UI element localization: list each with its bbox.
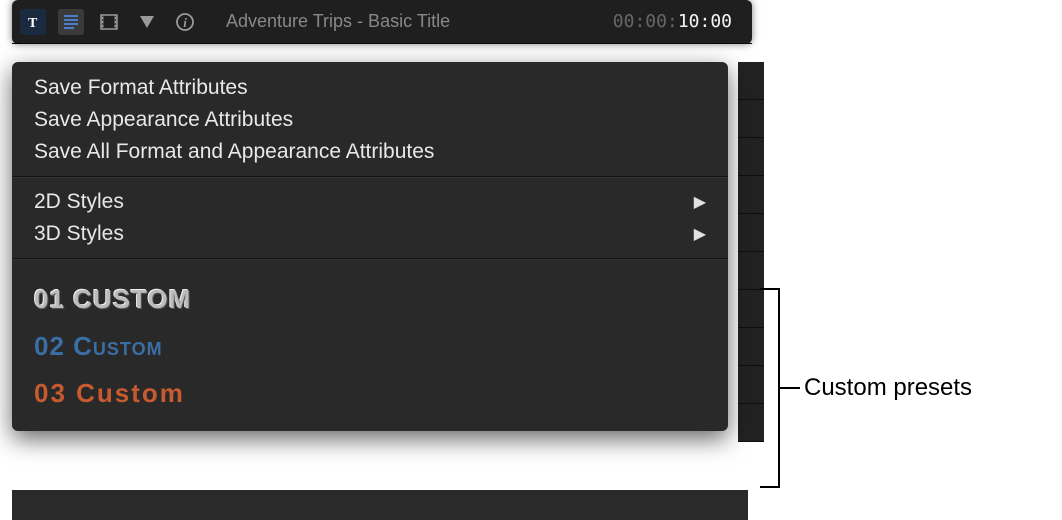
callout-label: Custom presets [804, 374, 972, 402]
panel-row [738, 100, 764, 138]
svg-text:T: T [28, 16, 38, 31]
panel-row [738, 252, 764, 290]
inspector-panel: T [12, 0, 752, 44]
preset-item-03[interactable]: 03 Custom [12, 370, 728, 417]
submenu-arrow-icon: ▶ [694, 224, 706, 244]
callout-custom-presets: Custom presets [760, 288, 972, 488]
svg-text:i: i [183, 15, 187, 30]
wedge-tab-icon[interactable] [134, 9, 160, 35]
menu-item-save-format[interactable]: Save Format Attributes [12, 72, 728, 104]
timecode: 00:00:10:00 [613, 11, 732, 32]
menu-item-label: Save Appearance Attributes [34, 108, 293, 132]
menu-item-label: 2D Styles [34, 190, 124, 214]
menu-section-presets: 01 CUSTOM 02 Custom 03 Custom [12, 268, 728, 417]
preset-item-01[interactable]: 01 CUSTOM [12, 276, 728, 323]
menu-separator [12, 176, 728, 178]
callout-bracket [760, 288, 800, 488]
menu-item-label: Save All Format and Appearance Attribute… [34, 140, 434, 164]
menu-item-save-all[interactable]: Save All Format and Appearance Attribute… [12, 136, 728, 168]
panel-row [738, 214, 764, 252]
menu-item-label: 3D Styles [34, 222, 124, 246]
clip-title: Adventure Trips - Basic Title [226, 11, 601, 32]
menu-item-2d-styles[interactable]: 2D Styles ▶ [12, 186, 728, 218]
menu-item-3d-styles[interactable]: 3D Styles ▶ [12, 218, 728, 250]
panel-background-fill [12, 490, 748, 520]
menu-item-label: Save Format Attributes [34, 76, 248, 100]
paragraph-tab-icon[interactable] [58, 9, 84, 35]
timecode-dim: 00:00: [613, 11, 678, 32]
timecode-bright: 10:00 [678, 11, 732, 32]
menu-separator [12, 258, 728, 260]
preset-item-02[interactable]: 02 Custom [12, 323, 728, 370]
toolbar-icons: T [20, 9, 198, 35]
video-tab-icon[interactable] [96, 9, 122, 35]
menu-item-save-appearance[interactable]: Save Appearance Attributes [12, 104, 728, 136]
inspector-toolbar: T [12, 0, 752, 44]
panel-row [738, 176, 764, 214]
info-tab-icon[interactable]: i [172, 9, 198, 35]
panel-row [738, 138, 764, 176]
panel-row [738, 62, 764, 100]
submenu-arrow-icon: ▶ [694, 192, 706, 212]
menu-section-styles: 2D Styles ▶ 3D Styles ▶ [12, 186, 728, 250]
menu-section-save: Save Format Attributes Save Appearance A… [12, 72, 728, 168]
preset-popup-menu: Save Format Attributes Save Appearance A… [12, 62, 728, 431]
text-tab-icon[interactable]: T [20, 9, 46, 35]
